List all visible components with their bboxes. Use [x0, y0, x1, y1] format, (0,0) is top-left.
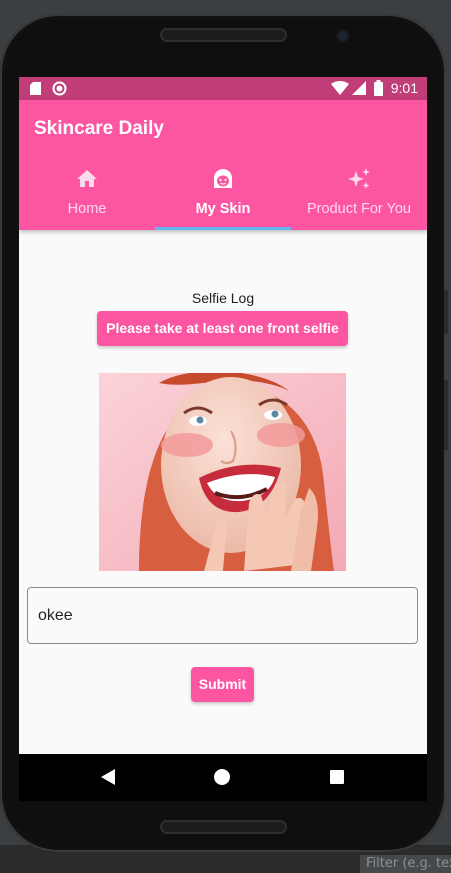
tab-product-for-you[interactable]: Product For You — [291, 160, 427, 230]
status-bar: 9:01 — [19, 77, 427, 100]
take-selfie-button[interactable]: Please take at least one front selfie — [97, 311, 348, 346]
my-skin-content: Selfie Log Please take at least one fron… — [19, 230, 427, 754]
sd-card-icon — [30, 82, 41, 95]
device-screen: 9:01 Skincare Daily Home My Skin Product… — [19, 77, 427, 754]
sparkles-icon — [348, 168, 370, 189]
app-title: Skincare Daily — [34, 118, 164, 139]
tab-my-skin[interactable]: My Skin — [155, 160, 291, 230]
selfie-image — [99, 373, 346, 571]
home-icon — [77, 170, 97, 187]
battery-icon — [374, 80, 383, 96]
home-circle-icon[interactable] — [214, 769, 230, 785]
top-speaker — [160, 28, 287, 42]
wifi-icon — [331, 81, 349, 95]
note-text-field[interactable] — [27, 587, 418, 644]
power-button[interactable] — [444, 290, 448, 334]
face-icon — [214, 169, 232, 188]
tab-home[interactable]: Home — [19, 160, 155, 230]
tab-my-skin-label: My Skin — [195, 201, 251, 217]
section-title: Selfie Log — [191, 290, 255, 306]
back-icon[interactable] — [101, 769, 115, 785]
tab-product-for-you-label: Product For You — [307, 201, 411, 217]
sync-circle-icon — [52, 81, 67, 96]
clock: 9:01 — [390, 80, 418, 96]
front-camera — [338, 31, 348, 41]
bottom-speaker — [160, 820, 287, 834]
recents-square-icon[interactable] — [330, 770, 344, 784]
logcat-filter-input[interactable]: Filter (e.g. text — [360, 855, 451, 873]
note-input[interactable] — [38, 605, 398, 627]
volume-button[interactable] — [444, 380, 448, 450]
app-bar: Skincare Daily Home My Skin Product For … — [19, 100, 427, 230]
system-nav-bar — [19, 754, 427, 801]
tab-home-label: Home — [67, 201, 107, 217]
selfie-photo[interactable] — [99, 373, 346, 571]
cell-signal-icon — [352, 81, 366, 95]
submit-button[interactable]: Submit — [191, 667, 254, 702]
